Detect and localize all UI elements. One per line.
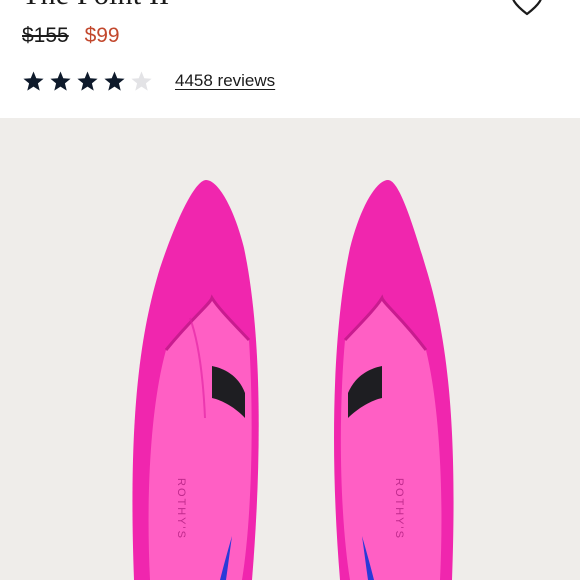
sale-price: $99 [84,24,120,47]
product-image: ROTHY'S ROTHY'S [0,118,580,580]
star-empty-icon [131,70,152,91]
wishlist-button[interactable] [510,0,544,16]
star-filled-icon [50,70,71,91]
star-filled-icon [77,70,98,91]
left-shoe: ROTHY'S [132,180,259,580]
product-header: The Point II $155 $99 4458 reviews [0,0,580,118]
star-filled-icon [104,70,125,91]
right-insole-brand: ROTHY'S [393,478,405,540]
star-filled-icon [23,70,44,91]
star-rating [22,70,153,93]
original-price: $155 [22,24,69,47]
right-shoe: ROTHY'S [334,180,454,580]
price-block: $155 $99 [22,24,120,48]
shoe-photo: ROTHY'S ROTHY'S [132,180,454,580]
reviews-link[interactable]: 4458 reviews [175,71,275,91]
product-title: The Point II [22,0,169,12]
left-insole-brand: ROTHY'S [175,478,187,540]
rating-row: 4458 reviews [22,68,275,94]
heart-outline-icon [512,0,542,16]
